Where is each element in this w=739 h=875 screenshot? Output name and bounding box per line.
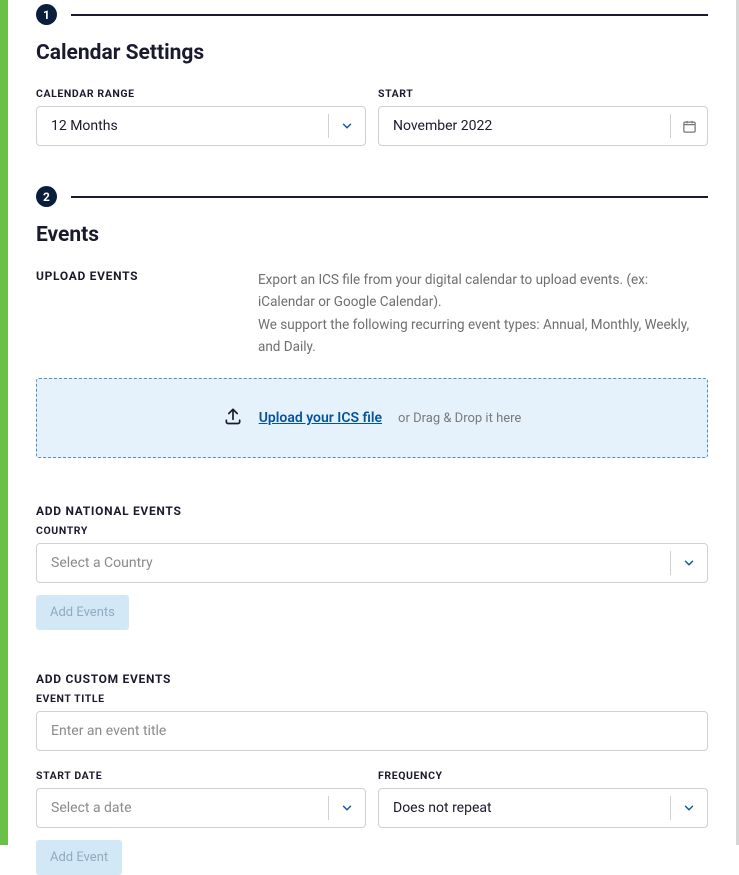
upload-icon xyxy=(223,406,243,430)
chevron-down-icon xyxy=(671,801,707,815)
chevron-down-icon xyxy=(329,119,365,133)
step-badge-1: 1 xyxy=(36,4,57,25)
country-select[interactable]: Select a Country xyxy=(36,543,708,583)
calendar-settings-title: Calendar Settings xyxy=(36,41,708,65)
add-events-button[interactable]: Add Events xyxy=(36,595,129,630)
event-title-input-wrap xyxy=(36,711,708,751)
events-title: Events xyxy=(36,223,708,247)
national-events-heading: ADD NATIONAL EVENTS xyxy=(36,504,708,518)
progress-rail xyxy=(0,0,8,845)
calendar-range-select[interactable]: 12 Months xyxy=(36,106,366,146)
start-date-label: START DATE xyxy=(36,769,366,782)
chevron-down-icon xyxy=(329,801,365,815)
frequency-label: FREQUENCY xyxy=(378,769,708,782)
custom-events-heading: ADD CUSTOM EVENTS xyxy=(36,672,708,686)
calendar-range-value: 12 Months xyxy=(37,118,328,134)
frequency-value: Does not repeat xyxy=(379,800,670,816)
upload-description: Export an ICS file from your digital cal… xyxy=(258,269,708,358)
event-title-label: EVENT TITLE xyxy=(36,692,708,705)
section-rule xyxy=(71,196,708,198)
start-date-select[interactable]: Select a date xyxy=(36,788,366,828)
event-title-input[interactable] xyxy=(37,712,707,750)
section-2-header: 2 xyxy=(36,186,708,207)
section-1-header: 1 xyxy=(36,4,708,25)
start-month-value: November 2022 xyxy=(379,118,670,134)
add-event-button[interactable]: Add Event xyxy=(36,840,122,875)
upload-desc-line1: Export an ICS file from your digital cal… xyxy=(258,269,708,314)
step-badge-2: 2 xyxy=(36,186,57,207)
drop-hint: or Drag & Drop it here xyxy=(398,411,521,426)
country-placeholder: Select a Country xyxy=(37,555,670,571)
start-date-placeholder: Select a date xyxy=(37,800,328,816)
calendar-range-label: CALENDAR RANGE xyxy=(36,87,366,100)
country-label: COUNTRY xyxy=(36,524,708,537)
section-rule xyxy=(71,14,708,16)
start-label: START xyxy=(378,87,708,100)
upload-desc-line2: We support the following recurring event… xyxy=(258,314,708,359)
upload-events-heading: UPLOAD EVENTS xyxy=(36,269,258,283)
ics-dropzone[interactable]: Upload your ICS file or Drag & Drop it h… xyxy=(36,378,708,458)
calendar-picker-icon xyxy=(671,119,707,134)
chevron-down-icon xyxy=(671,556,707,570)
frequency-select[interactable]: Does not repeat xyxy=(378,788,708,828)
start-month-select[interactable]: November 2022 xyxy=(378,106,708,146)
upload-ics-link[interactable]: Upload your ICS file xyxy=(259,410,382,426)
